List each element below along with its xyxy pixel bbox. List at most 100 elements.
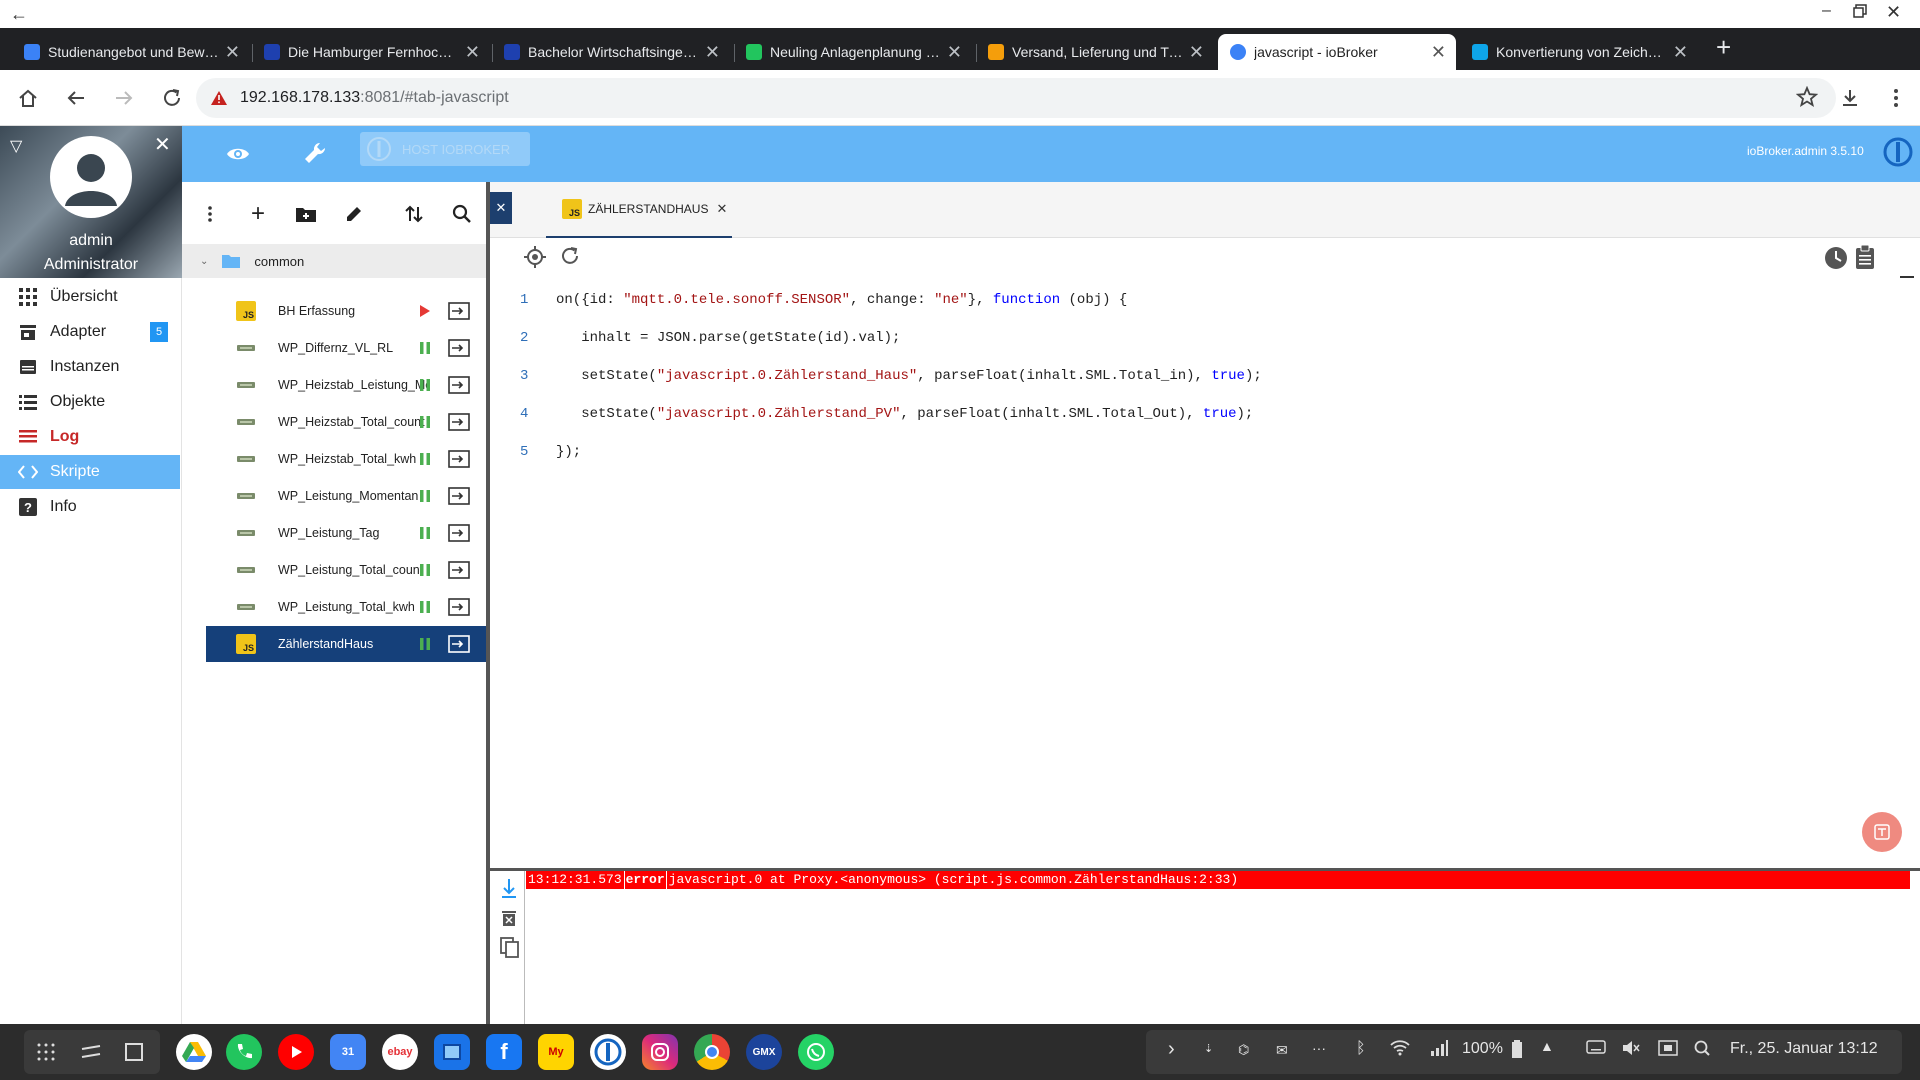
export-icon[interactable] <box>446 559 472 581</box>
copy-icon[interactable] <box>500 937 520 959</box>
browser-tab[interactable]: Konvertierung von Zeichenk ✕ <box>1460 34 1698 70</box>
close-editor-icon[interactable]: ✕ <box>490 192 512 224</box>
translate-fab[interactable] <box>1862 812 1902 852</box>
volume-mute-icon[interactable] <box>1622 1040 1640 1056</box>
wrench-icon[interactable] <box>302 140 328 166</box>
script-row[interactable]: WP_Leistung_Total_count <box>206 552 486 588</box>
add-script-icon[interactable]: + <box>246 200 270 227</box>
browser-tab[interactable]: Studienangebot und Bewerb ✕ <box>12 34 250 70</box>
app-my-icon[interactable]: My <box>538 1034 574 1070</box>
more-icon[interactable]: ··· <box>1312 1040 1326 1056</box>
close-window-icon[interactable]: ✕ <box>1886 2 1901 23</box>
address-bar[interactable]: 192.168.178.133:8081/#tab-javascript <box>196 78 1836 118</box>
script-row[interactable]: WP_Heizstab_Total_count <box>206 404 486 440</box>
script-row[interactable]: WP_Heizstab_Leistung_Mo <box>206 367 486 403</box>
search-icon[interactable] <box>1694 1040 1710 1056</box>
app-calendar-icon[interactable]: 31 <box>330 1034 366 1070</box>
back-icon[interactable] <box>62 84 90 112</box>
tab-close-icon[interactable]: ✕ <box>947 42 962 63</box>
chevron-right-icon[interactable]: › <box>1168 1038 1175 1061</box>
nav-item-instanzen[interactable]: Instanzen <box>0 350 180 384</box>
nav-item-info[interactable]: ? Info <box>0 490 180 524</box>
app-youtube-icon[interactable] <box>278 1034 314 1070</box>
code-area[interactable]: 1 on({id: "mqtt.0.tele.sonoff.SENSOR", ch… <box>520 272 1262 500</box>
browser-tab[interactable]: Neuling Anlagenplanung 25 ✕ <box>734 34 972 70</box>
script-row[interactable]: JS ZählerstandHaus <box>206 626 486 662</box>
home-icon[interactable] <box>14 84 42 112</box>
tab-zaehlerstandhaus[interactable]: JS ZÄHLERSTANDHAUS ✕ <box>546 182 732 238</box>
tab-close-icon[interactable]: ✕ <box>1189 42 1204 63</box>
browser-tab[interactable]: Versand, Lieferung und Tran ✕ <box>976 34 1214 70</box>
nav-item-log[interactable]: Log <box>0 420 180 454</box>
scroll-down-icon[interactable] <box>500 877 518 899</box>
new-tab-icon[interactable]: + <box>1716 32 1731 63</box>
recent-apps-icon[interactable] <box>80 1042 102 1062</box>
reload-icon[interactable] <box>158 84 186 112</box>
pause-icon[interactable] <box>416 376 434 394</box>
script-row[interactable]: WP_Leistung_Tag <box>206 515 486 551</box>
pause-icon[interactable] <box>416 450 434 468</box>
schedule-clock-icon[interactable] <box>1824 246 1848 270</box>
export-icon[interactable] <box>446 633 472 655</box>
minimize-icon[interactable]: – <box>1822 2 1831 20</box>
back-arrow-icon[interactable]: ← <box>10 4 28 25</box>
nav-item-adapter[interactable]: Adapter 5 <box>0 315 180 349</box>
pause-icon[interactable] <box>416 635 434 653</box>
pause-icon[interactable] <box>416 598 434 616</box>
collapse-triangle-icon[interactable]: ▽ <box>10 136 22 156</box>
star-icon[interactable] <box>1796 86 1818 108</box>
export-icon[interactable] <box>446 448 472 470</box>
app-chrome-icon[interactable] <box>694 1034 730 1070</box>
system-tray[interactable]: › ⇣ ⌬ ✉ ··· ᛒ 100% ▲ Fr., 25. Januar 13:… <box>1146 1030 1902 1074</box>
kebab-menu-icon[interactable] <box>1882 84 1910 112</box>
pause-icon[interactable] <box>416 339 434 357</box>
folder-row-common[interactable]: ⌄ common <box>182 244 486 278</box>
app-instagram-icon[interactable] <box>642 1034 678 1070</box>
restore-icon[interactable] <box>1853 4 1867 18</box>
clipboard-icon[interactable] <box>1854 244 1876 270</box>
search-icon[interactable] <box>450 202 474 226</box>
script-row[interactable]: JS BH Erfassung <box>206 293 486 329</box>
pause-icon[interactable] <box>416 413 434 431</box>
scrollbar-marker[interactable] <box>1900 276 1914 278</box>
script-row[interactable]: WP_Heizstab_Total_kwh <box>206 441 486 477</box>
pause-icon[interactable] <box>416 524 434 542</box>
play-icon[interactable] <box>416 302 434 320</box>
export-icon[interactable] <box>446 411 472 433</box>
script-row[interactable]: WP_Differnz_VL_RL <box>206 330 486 366</box>
forward-icon[interactable] <box>110 84 138 112</box>
export-icon[interactable] <box>446 337 472 359</box>
caret-up-icon[interactable]: ▲ <box>1540 1038 1554 1054</box>
pause-icon[interactable] <box>416 487 434 505</box>
refresh-icon[interactable] <box>560 246 580 266</box>
app-ebay-icon[interactable]: ebay <box>382 1034 418 1070</box>
warning-icon[interactable] <box>210 90 228 106</box>
host-selector[interactable]: HOST IOBROKER <box>360 132 530 166</box>
edit-pencil-icon[interactable] <box>342 202 366 226</box>
tab-close-icon[interactable]: ✕ <box>1673 42 1688 63</box>
keyboard-icon[interactable] <box>1586 1040 1606 1054</box>
app-drive-icon[interactable] <box>176 1034 212 1070</box>
chevron-down-icon[interactable]: ⌄ <box>200 256 208 267</box>
app-iobroker-icon[interactable] <box>590 1034 626 1070</box>
app-facebook-icon[interactable]: f <box>486 1034 522 1070</box>
script-row[interactable]: WP_Leistung_Momentan <box>206 478 486 514</box>
export-icon[interactable] <box>446 300 472 322</box>
tab-close-icon[interactable]: ✕ <box>465 42 480 63</box>
screenshot-icon[interactable] <box>1658 1040 1678 1056</box>
square-overview-icon[interactable] <box>124 1042 144 1062</box>
close-sidebar-icon[interactable]: ✕ <box>154 132 171 157</box>
download-icon[interactable] <box>1836 84 1864 112</box>
clear-log-icon[interactable] <box>501 909 517 927</box>
eye-icon[interactable] <box>226 142 250 166</box>
tab-close-icon[interactable]: ✕ <box>705 42 720 63</box>
sort-icon[interactable] <box>402 202 426 226</box>
export-icon[interactable] <box>446 522 472 544</box>
app-grid-icon[interactable] <box>36 1042 56 1062</box>
export-icon[interactable] <box>446 596 472 618</box>
export-icon[interactable] <box>446 374 472 396</box>
add-folder-icon[interactable] <box>294 202 318 226</box>
app-phone-icon[interactable] <box>226 1034 262 1070</box>
app-gmx-icon[interactable]: GMX <box>746 1034 782 1070</box>
app-whatsapp-icon[interactable] <box>798 1034 834 1070</box>
